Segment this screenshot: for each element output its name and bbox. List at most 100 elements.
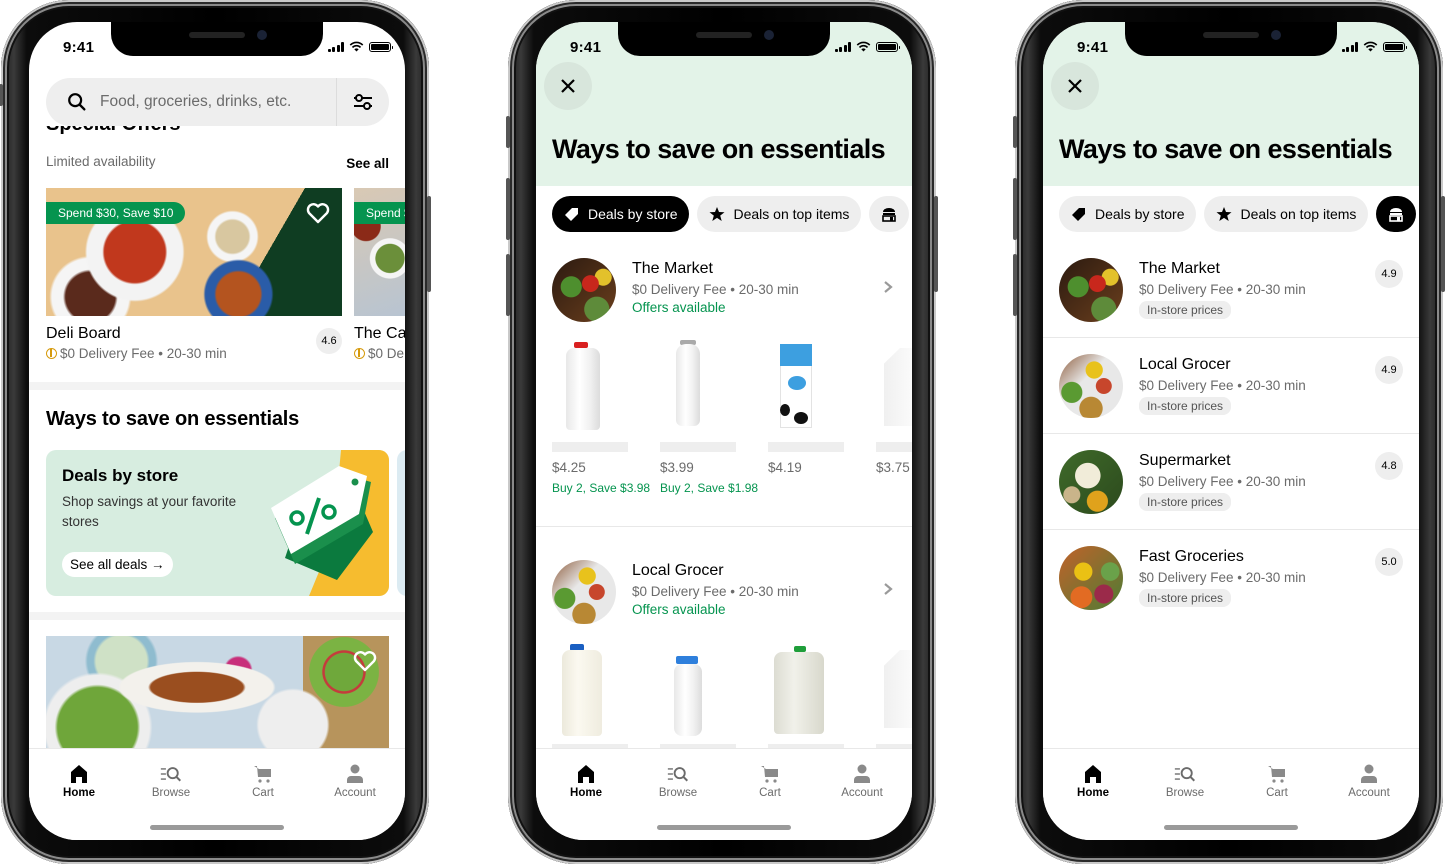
store-avatar bbox=[552, 258, 616, 322]
chip-deals-by-store[interactable]: Deals by store bbox=[552, 196, 690, 232]
product-card[interactable] bbox=[768, 640, 864, 754]
battery-icon bbox=[876, 42, 900, 52]
store-row[interactable]: Supermarket $0 Delivery Fee • 20-30 min … bbox=[1059, 444, 1403, 540]
tab-browse[interactable]: Browse bbox=[638, 763, 718, 799]
store-row[interactable]: Local Grocer $0 Delivery Fee • 20-30 min… bbox=[1059, 348, 1403, 444]
store-header[interactable]: Local Grocer $0 Delivery Fee • 20-30 min… bbox=[552, 560, 896, 626]
section-divider bbox=[29, 612, 405, 620]
product-card[interactable]: $4.19 bbox=[768, 338, 864, 495]
product-card[interactable]: $3.75 bbox=[876, 338, 912, 495]
chip-deals-on-top-items[interactable]: Deals on top items bbox=[697, 196, 862, 232]
signal-icon bbox=[834, 42, 851, 52]
close-icon bbox=[561, 79, 575, 93]
chip-in-store-prices[interactable] bbox=[1376, 196, 1417, 232]
product-card[interactable] bbox=[552, 640, 648, 754]
chip-label: Deals on top items bbox=[1240, 206, 1357, 222]
side-button bbox=[1013, 178, 1017, 240]
tab-browse[interactable]: Browse bbox=[131, 763, 211, 799]
product-image-milk-carton bbox=[876, 338, 912, 434]
see-all-deals-button[interactable]: See all deals → bbox=[62, 552, 173, 577]
in-store-prices-badge: In-store prices bbox=[1139, 493, 1232, 511]
tab-account[interactable]: Account bbox=[315, 763, 395, 799]
chip-label: Deals on top items bbox=[733, 206, 850, 222]
membership-icon bbox=[46, 348, 57, 359]
tag-icon bbox=[565, 208, 578, 221]
restaurant-meta: $0 De bbox=[368, 346, 405, 361]
tab-label: Cart bbox=[759, 787, 781, 799]
store-header[interactable]: The Market $0 Delivery Fee • 20-30 min O… bbox=[552, 258, 896, 324]
product-image-milk-jug bbox=[552, 338, 648, 434]
tab-home[interactable]: Home bbox=[546, 763, 626, 799]
chip-in-store-prices[interactable] bbox=[869, 196, 910, 232]
product-card[interactable] bbox=[660, 640, 756, 754]
search-bar[interactable]: Food, groceries, drinks, etc. bbox=[46, 78, 389, 126]
tab-account[interactable]: Account bbox=[1329, 763, 1409, 799]
tab-account[interactable]: Account bbox=[822, 763, 902, 799]
product-card[interactable]: $4.25 Buy 2, Save $3.98 bbox=[552, 338, 651, 495]
store-meta: $0 Delivery Fee • 20-30 min bbox=[1139, 282, 1306, 297]
store-meta: $0 Delivery Fee • 20-30 min bbox=[1139, 570, 1306, 585]
page-title: Ways to save on essentials bbox=[1059, 134, 1393, 164]
wifi-icon bbox=[349, 41, 364, 52]
tab-cart[interactable]: Cart bbox=[730, 763, 810, 799]
bottom-nav: Home Browse Cart Account bbox=[1043, 748, 1419, 840]
star-icon bbox=[709, 207, 725, 221]
rating-badge: 4.9 bbox=[1375, 260, 1403, 288]
home-indicator bbox=[1164, 825, 1298, 830]
filter-chips: Deals by store Deals on top items bbox=[1059, 196, 1417, 232]
rating-badge: 5.0 bbox=[1375, 548, 1403, 576]
phone-in-store-prices: 9:41 Ways to save on essentials Deals by… bbox=[1013, 0, 1445, 864]
chip-label: Deals by store bbox=[1095, 206, 1185, 222]
product-image-milk-bottle bbox=[660, 640, 756, 736]
tab-home[interactable]: Home bbox=[1053, 763, 1133, 799]
restaurant-image[interactable] bbox=[46, 636, 389, 750]
side-button bbox=[1013, 116, 1017, 148]
home-icon bbox=[578, 765, 594, 783]
product-card[interactable]: $3.99 Buy 2, Save $1.98 bbox=[660, 338, 759, 495]
cart-icon bbox=[1268, 766, 1285, 783]
product-name-placeholder bbox=[876, 442, 912, 452]
card-title: Deals by store bbox=[62, 466, 179, 485]
next-card-peek[interactable] bbox=[397, 450, 405, 596]
restaurant-card[interactable]: Spend $30, Save $10 Deli Board $0 Delive… bbox=[46, 188, 342, 361]
store-row[interactable]: The Market $0 Delivery Fee • 20-30 min I… bbox=[1059, 252, 1403, 348]
side-button bbox=[506, 116, 510, 148]
chip-deals-by-store[interactable]: Deals by store bbox=[1059, 196, 1197, 232]
product-name-placeholder bbox=[660, 442, 736, 452]
product-card[interactable] bbox=[876, 640, 912, 754]
card-description: Shop savings at your favorite stores bbox=[62, 494, 237, 529]
tab-home[interactable]: Home bbox=[39, 763, 119, 799]
tab-cart[interactable]: Cart bbox=[1237, 763, 1317, 799]
chevron-right-icon[interactable] bbox=[882, 582, 894, 596]
search-input[interactable]: Food, groceries, drinks, etc. bbox=[100, 93, 336, 111]
side-button bbox=[934, 196, 938, 292]
tab-label: Account bbox=[841, 787, 883, 799]
offers-available: Offers available bbox=[632, 300, 726, 315]
side-button bbox=[1441, 196, 1445, 292]
restaurant-card[interactable]: Spend $30, Save $10 The Ca $0 De bbox=[354, 188, 405, 361]
side-button bbox=[427, 196, 431, 292]
account-icon bbox=[347, 764, 363, 783]
screen: 9:41 Food, groceries, drinks, etc. Speci… bbox=[29, 22, 405, 840]
tab-cart[interactable]: Cart bbox=[223, 763, 303, 799]
chevron-right-icon[interactable] bbox=[882, 280, 894, 294]
store-avatar bbox=[1059, 546, 1123, 610]
product-offer: Buy 2, Save $3.98 bbox=[552, 481, 651, 495]
tab-browse[interactable]: Browse bbox=[1145, 763, 1225, 799]
tab-label: Account bbox=[1348, 787, 1390, 799]
filter-button[interactable] bbox=[337, 92, 389, 112]
heart-icon[interactable] bbox=[306, 202, 330, 224]
product-offer: Buy 2, Save $1.98 bbox=[660, 481, 759, 495]
store-name: Local Grocer bbox=[1139, 356, 1231, 373]
signal-icon bbox=[327, 42, 344, 52]
in-store-prices-badge: In-store prices bbox=[1139, 301, 1232, 319]
store-row[interactable]: Fast Groceries $0 Delivery Fee • 20-30 m… bbox=[1059, 540, 1403, 636]
see-all-link[interactable]: See all bbox=[346, 156, 389, 171]
heart-icon[interactable] bbox=[353, 650, 377, 672]
deals-by-store-card[interactable]: Deals by store Shop savings at your favo… bbox=[46, 450, 389, 596]
side-button bbox=[0, 84, 3, 106]
chip-deals-on-top-items[interactable]: Deals on top items bbox=[1204, 196, 1369, 232]
store-meta: $0 Delivery Fee • 20-30 min bbox=[632, 584, 799, 599]
side-button bbox=[1013, 254, 1017, 316]
discount-tag-icon bbox=[271, 466, 373, 580]
